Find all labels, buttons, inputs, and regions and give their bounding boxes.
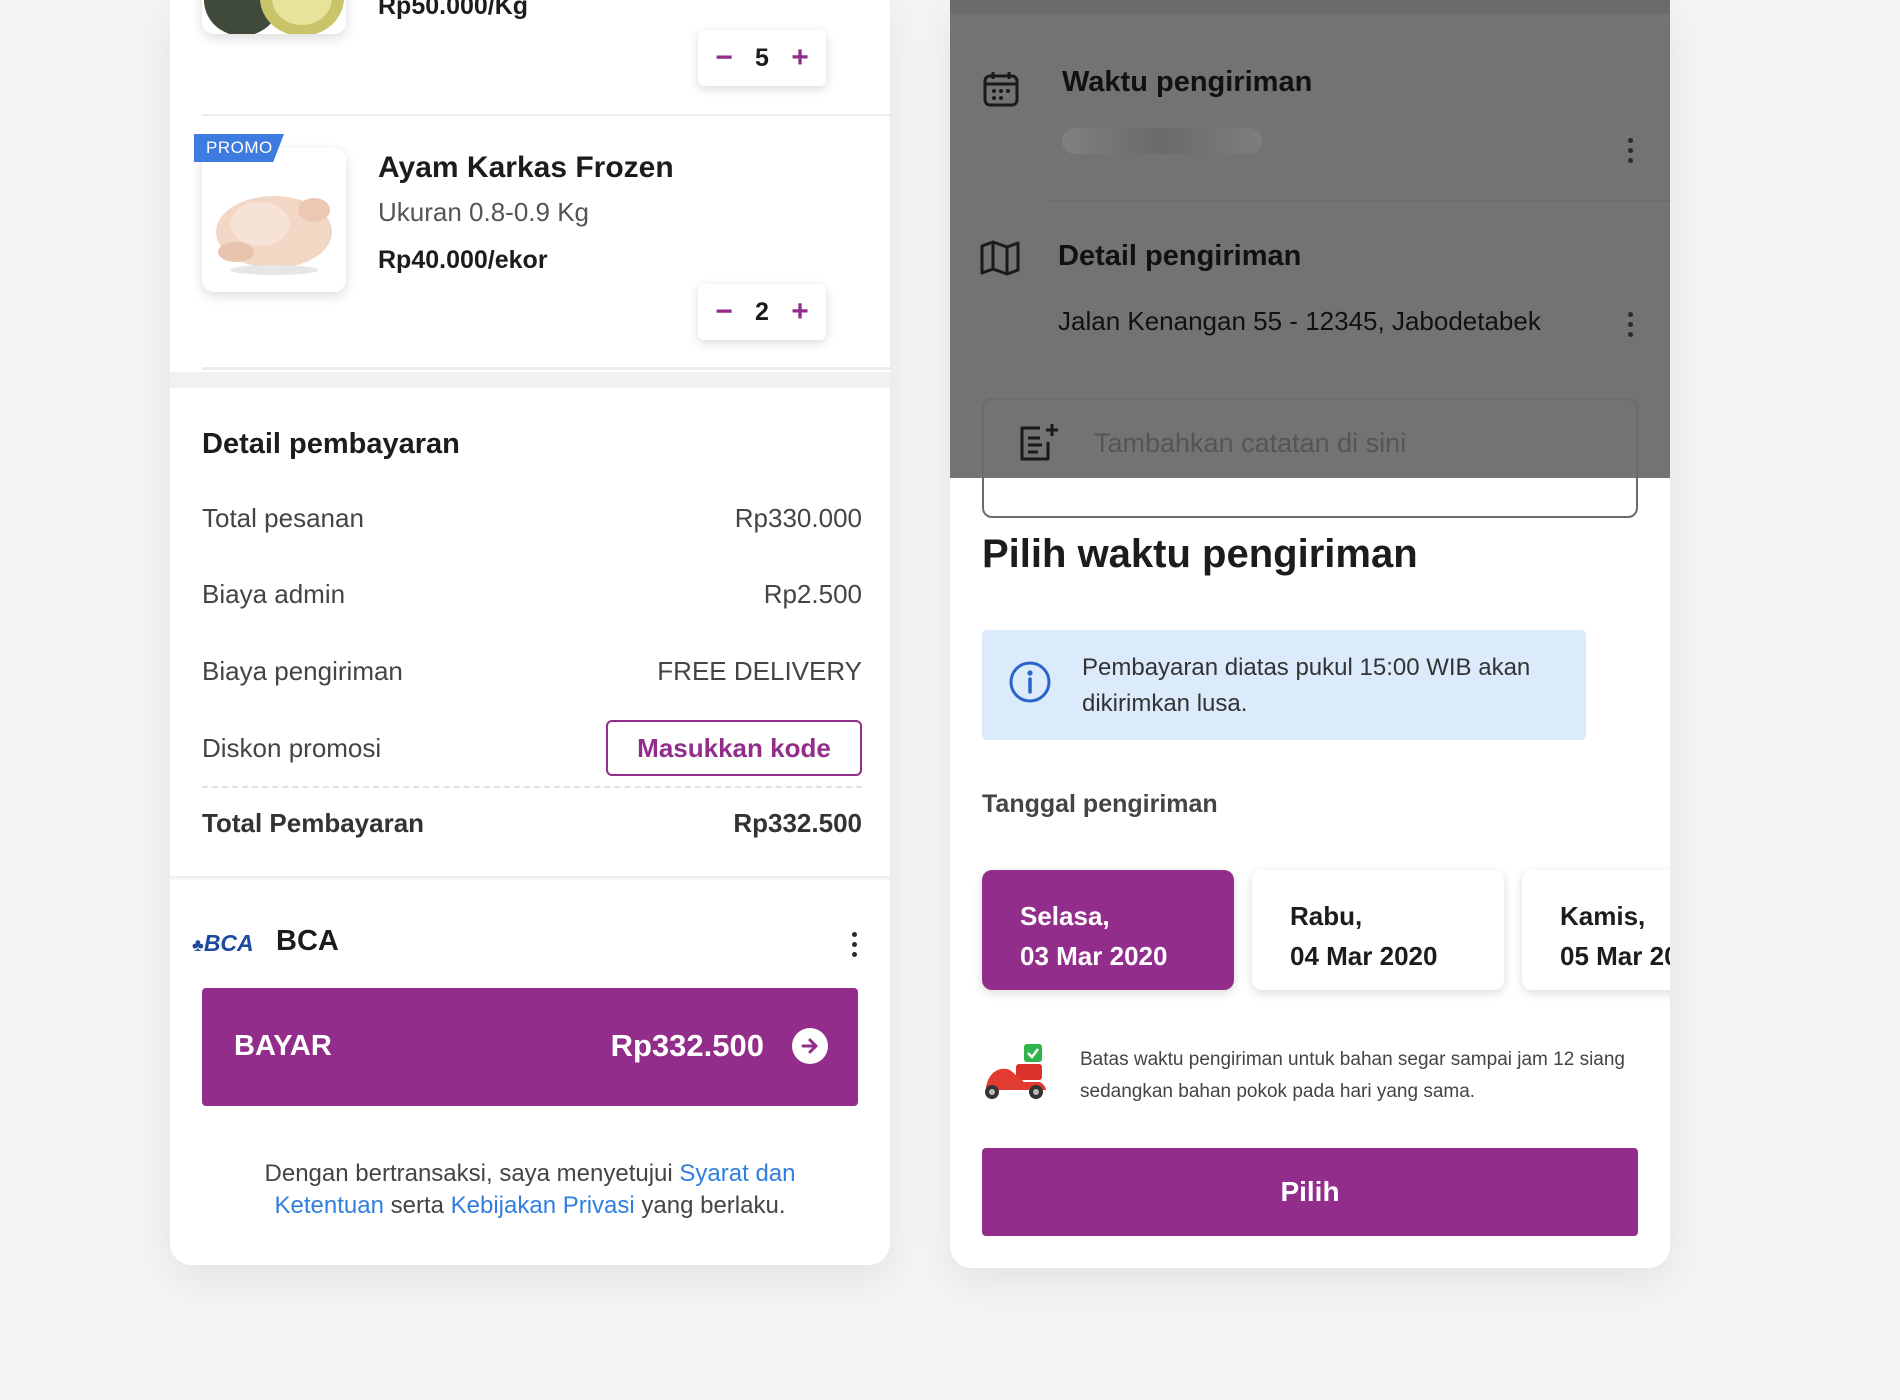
notes-placeholder: Tambahkan catatan di sini [1094,428,1407,458]
date-option[interactable]: Rabu, 04 Mar 2020 [1252,870,1504,990]
pay-button[interactable]: BAYAR Rp332.500 [202,988,858,1106]
quantity-value: 2 [755,297,769,326]
order-total-row: Total pesanan Rp330.000 [202,503,862,543]
more-options-icon[interactable] [1625,312,1635,337]
avocado-product-image [202,0,346,34]
dimmed-background[interactable]: Waktu pengiriman Detail pengiriman Jalan… [950,0,1670,518]
confirm-button[interactable]: Pilih [982,1148,1638,1236]
total-label: Total Pembayaran [202,808,425,838]
decrease-button[interactable]: − [712,295,736,329]
total-value: Rp332.500 [733,808,862,838]
loading-placeholder [1062,128,1262,154]
quantity-value: 5 [755,43,769,72]
row-label: Biaya pengiriman [202,656,403,686]
privacy-link[interactable]: Kebijakan Privasi [451,1192,635,1219]
promo-badge: PROMO [194,134,284,162]
map-icon [980,240,1020,281]
date-value: 03 Mar 2020 [1020,941,1168,971]
date-value: 05 Mar 2020 [1560,941,1670,971]
notes-input[interactable]: Tambahkan catatan di sini [982,398,1638,518]
delivery-scooter-icon [980,1042,1050,1107]
divider [202,367,890,370]
decrease-button[interactable]: − [712,41,736,75]
info-banner: Pembayaran diatas pukul 15:00 WIB akan d… [982,630,1586,740]
section-gap [170,372,890,388]
increase-button[interactable]: + [788,295,812,329]
dashed-divider [202,786,862,788]
row-value: FREE DELIVERY [657,656,862,686]
row-value: Rp330.000 [734,503,862,533]
sheet-title: Pilih waktu pengiriman [982,532,1418,576]
bca-logo: ♣BCA [192,930,254,956]
more-options-icon[interactable] [1625,138,1635,163]
date-day: Kamis, [1560,901,1646,931]
delivery-note: Batas waktu pengiriman untuk bahan segar… [1080,1049,1625,1102]
checkout-card: Rp50.000/Kg − 5 + PROMO Ayam Karkas Froz… [170,0,890,1265]
grand-total-row: Total Pembayaran Rp332.500 [202,808,862,839]
pay-button-label: BAYAR [234,1030,332,1062]
more-options-icon[interactable] [849,932,859,957]
payment-method-name: BCA [276,925,339,957]
enter-promo-code-button[interactable]: Masukkan kode [606,720,862,776]
divider [202,114,890,116]
row-label: Biaya admin [202,579,346,609]
shipping-fee-row: Biaya pengiriman FREE DELIVERY [202,656,862,696]
quantity-stepper[interactable]: − 2 + [698,284,826,340]
info-text: Pembayaran diatas pukul 15:00 WIB akan d… [1082,654,1531,717]
arrow-right-icon [792,1028,828,1064]
product-name: Ayam Karkas Frozen [378,151,674,184]
product-size: Ukuran 0.8-0.9 Kg [378,197,590,227]
date-section-label: Tanggal pengiriman [982,790,1218,818]
payment-details-title: Detail pembayaran [202,428,460,460]
quantity-stepper[interactable]: − 5 + [698,30,826,86]
chicken-product-image [202,148,346,292]
product-price: Rp40.000/ekor [378,246,548,274]
admin-fee-row: Biaya admin Rp2.500 [202,579,862,619]
pay-button-amount: Rp332.500 [610,1028,764,1063]
section-divider [170,876,890,880]
row-label: Diskon promosi [202,733,382,763]
date-value: 04 Mar 2020 [1290,941,1438,971]
delivery-detail-title: Detail pengiriman [1058,240,1302,272]
terms-text: Dengan bertransaksi, saya menyetujui Sya… [264,1160,796,1219]
add-note-icon [1018,422,1060,469]
date-option[interactable]: Kamis, 05 Mar 2020 [1522,870,1670,990]
date-option[interactable]: Selasa, 03 Mar 2020 [982,870,1234,990]
row-value: Rp2.500 [763,579,862,609]
info-icon [1008,660,1052,709]
delivery-time-title: Waktu pengiriman [1062,66,1313,98]
increase-button[interactable]: + [788,41,812,75]
delivery-time-card: Waktu pengiriman Detail pengiriman Jalan… [950,0,1670,1268]
date-day: Rabu, [1290,901,1363,931]
delivery-address: Jalan Kenangan 55 - 12345, Jabodetabek [1058,306,1541,336]
date-day: Selasa, [1020,901,1110,931]
product-price: Rp50.000/Kg [378,0,529,20]
calendar-icon [982,70,1020,113]
row-label: Total pesanan [202,503,364,533]
